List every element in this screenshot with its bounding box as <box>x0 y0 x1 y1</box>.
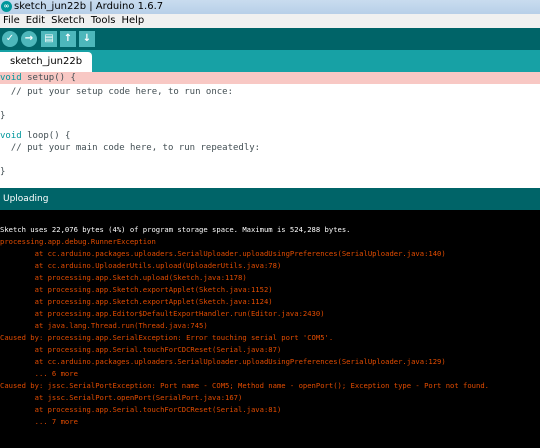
console-line: at jssc.SerialPort.openPort(SerialPort.j… <box>0 393 243 402</box>
code-text: loop() { <box>21 131 71 141</box>
code-line: // put your main code here, to run repea… <box>0 143 261 153</box>
verify-button[interactable]: ✓ <box>2 31 18 47</box>
status-bar: Uploading <box>0 188 540 210</box>
code-line: void setup() { <box>0 72 540 84</box>
window-title: sketch_jun22b | Arduino 1.6.7 <box>14 1 164 12</box>
code-line: void loop() { <box>0 130 540 142</box>
menu-tools[interactable]: Tools <box>91 15 116 26</box>
console-line: processing.app.debug.RunnerException <box>0 237 156 246</box>
console-line: at processing.app.Sketch.exportApplet(Sk… <box>0 285 273 294</box>
console-line: at cc.arduino.packages.uploaders.SerialU… <box>0 357 446 366</box>
arduino-icon: ∞ <box>1 1 12 12</box>
code-editor[interactable]: void setup() { // put your setup code he… <box>0 72 540 188</box>
save-button[interactable]: ↓ <box>79 31 95 47</box>
arrow-right-icon: → <box>24 33 34 44</box>
menu-file[interactable]: File <box>3 15 20 26</box>
console-line: Caused by: jssc.SerialPortException: Por… <box>0 381 489 390</box>
tab-sketch[interactable]: sketch_jun22b <box>0 52 93 72</box>
toolbar: ✓ → ▤ ↑ ↓ <box>0 28 540 50</box>
title-bar: ∞ sketch_jun22b | Arduino 1.6.7 <box>0 0 540 14</box>
tab-bar: sketch_jun22b <box>0 50 540 72</box>
checkmark-icon: ✓ <box>5 33 15 44</box>
menu-edit[interactable]: Edit <box>26 15 45 26</box>
menu-bar: File Edit Sketch Tools Help <box>0 14 540 28</box>
console-line: Sketch uses 22,076 bytes (4%) of program… <box>0 225 351 234</box>
code-line: } <box>0 111 6 121</box>
console-output: Sketch uses 22,076 bytes (4%) of program… <box>0 210 540 448</box>
code-line: // put your setup code here, to run once… <box>0 87 233 97</box>
console-line: at processing.app.Serial.touchForCDCRese… <box>0 345 282 354</box>
menu-sketch[interactable]: Sketch <box>51 15 85 26</box>
new-button[interactable]: ▤ <box>41 31 57 47</box>
console-line: at cc.arduino.UploaderUtils.upload(Uploa… <box>0 261 282 270</box>
code-line: } <box>0 167 6 177</box>
console-line: at java.lang.Thread.run(Thread.java:745) <box>0 321 208 330</box>
console-line: at processing.app.Editor$DefaultExportHa… <box>0 309 325 318</box>
arrow-down-icon: ↓ <box>82 33 92 44</box>
console-line: at cc.arduino.packages.uploaders.SerialU… <box>0 249 446 258</box>
console-line: at processing.app.Serial.touchForCDCRese… <box>0 405 282 414</box>
keyword: void <box>0 73 22 83</box>
code-text: setup() { <box>21 73 76 83</box>
open-button[interactable]: ↑ <box>60 31 76 47</box>
keyword: void <box>0 131 22 141</box>
console-line: Caused by: processing.app.SerialExceptio… <box>0 333 334 342</box>
console-line: ... 7 more <box>0 417 78 426</box>
console-line: ... 6 more <box>0 369 78 378</box>
console-line: at processing.app.Sketch.exportApplet(Sk… <box>0 297 273 306</box>
menu-help[interactable]: Help <box>121 15 144 26</box>
new-file-icon: ▤ <box>44 33 54 44</box>
arrow-up-icon: ↑ <box>63 33 73 44</box>
console-line: at processing.app.Sketch.upload(Sketch.j… <box>0 273 247 282</box>
upload-button[interactable]: → <box>21 31 37 47</box>
